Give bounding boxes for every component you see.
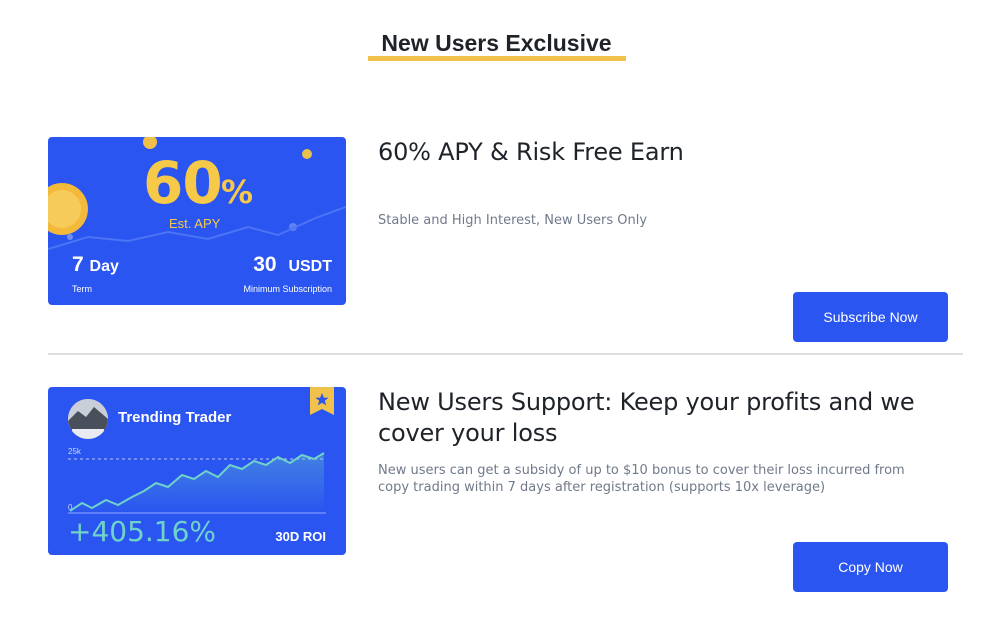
- title-underline: [368, 56, 626, 61]
- coin-dot-icon: [302, 149, 312, 159]
- min-value-wrap: 30 USDT: [253, 253, 332, 277]
- roi-label: 30D ROI: [275, 529, 326, 544]
- min-label: Minimum Subscription: [243, 284, 332, 294]
- apy-percent: %: [221, 173, 254, 211]
- coin-small-icon: [143, 137, 157, 149]
- min-unit: USDT: [288, 258, 332, 275]
- subscribe-now-button[interactable]: Subscribe Now: [793, 292, 948, 342]
- offer-image-earn: 60 % Est. APY 7 Day Term 30 USDT Minimum…: [48, 137, 346, 305]
- section-divider: [48, 353, 963, 355]
- min-value: 30: [253, 253, 277, 276]
- term-value-wrap: 7 Day: [72, 253, 119, 277]
- offer-description-copy-trading: New users can get a subsidy of up to $10…: [378, 463, 905, 495]
- apy-number: 60: [143, 149, 223, 217]
- offer-title-earn: 60% APY & Risk Free Earn: [378, 138, 684, 166]
- term-unit: Day: [89, 258, 119, 275]
- roi-value: +405.16%: [68, 515, 217, 548]
- offer-title-copy-trading: New Users Support: Keep your profits and…: [378, 388, 915, 447]
- copy-now-button[interactable]: Copy Now: [793, 542, 948, 592]
- apy-label: Est. APY: [169, 216, 221, 231]
- offer-image-copy-trading: Trending Trader 25k 0 +405.16% 30D ROI: [48, 387, 346, 555]
- offer-description-earn: Stable and High Interest, New Users Only: [378, 213, 648, 228]
- term-label: Term: [72, 284, 92, 294]
- term-value: 7: [72, 253, 84, 276]
